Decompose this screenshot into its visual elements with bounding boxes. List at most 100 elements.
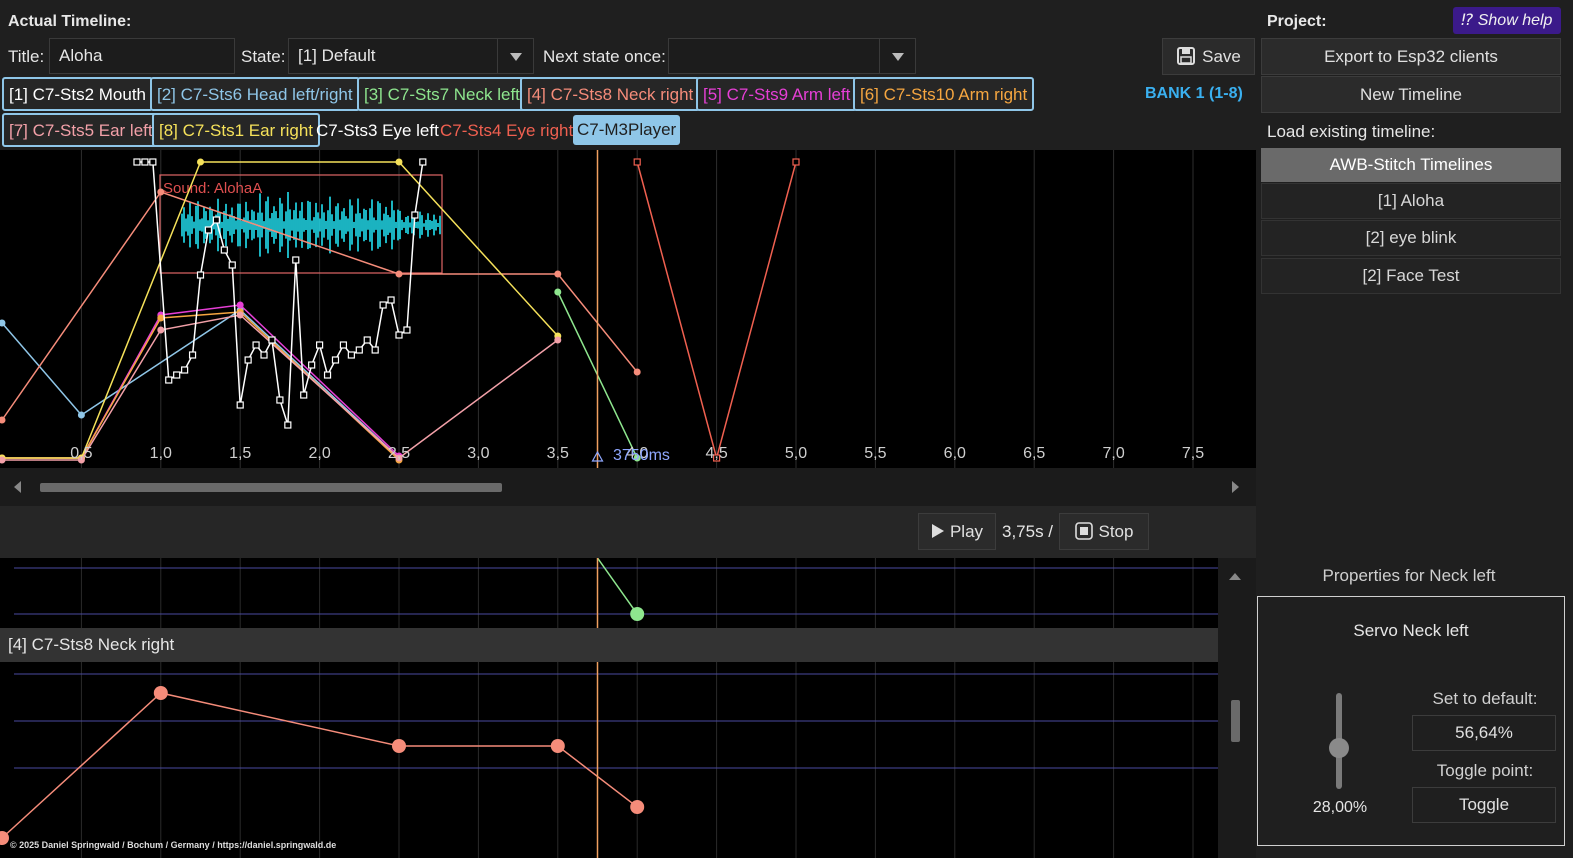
chevron-down-icon[interactable] bbox=[497, 39, 533, 73]
neck-right-point bbox=[395, 270, 403, 278]
save-button[interactable]: Save bbox=[1162, 38, 1255, 75]
timeline-group-header: AWB-Stitch Timelines bbox=[1261, 148, 1561, 182]
track-chip-neck-right[interactable]: [4] C7-Sts8 Neck right bbox=[520, 77, 701, 111]
scroll-thumb[interactable] bbox=[40, 483, 502, 492]
arm-right-point bbox=[157, 314, 165, 322]
tick-label: 5,5 bbox=[864, 445, 887, 462]
head-point bbox=[77, 411, 85, 419]
neck-left-line bbox=[596, 558, 638, 615]
mouth-point bbox=[323, 371, 332, 379]
tick-label: 6,5 bbox=[1023, 445, 1046, 462]
state-value: [1] Default bbox=[298, 46, 376, 65]
sound-label: Sound: AlohaA bbox=[163, 180, 262, 197]
mouth-point bbox=[371, 346, 379, 354]
mouth-point bbox=[395, 331, 403, 339]
mouth-point bbox=[236, 401, 244, 409]
current-time: 3,75s / bbox=[1002, 522, 1054, 541]
timeline-chart[interactable]: Sound: AlohaA bbox=[0, 150, 1256, 468]
track-chip-ear-left[interactable]: [7] C7-Sts5 Ear left bbox=[2, 113, 160, 147]
timeline-item-face-test[interactable]: [2] Face Test bbox=[1261, 258, 1561, 294]
load-timeline-label: Load existing timeline: bbox=[1267, 122, 1436, 141]
state-dropdown[interactable]: [1] Default bbox=[288, 38, 534, 74]
toggle-button[interactable]: Toggle bbox=[1412, 787, 1556, 823]
track-chip-ear-right[interactable]: [8] C7-Sts1 Ear right bbox=[152, 113, 321, 147]
neck-right-point bbox=[550, 739, 565, 753]
timeline-scrollbar[interactable] bbox=[0, 468, 1256, 506]
stop-button[interactable]: Stop bbox=[1059, 513, 1149, 550]
neck-right-point bbox=[157, 188, 165, 196]
project-label: Project: bbox=[1267, 13, 1327, 30]
mouth-point bbox=[363, 336, 371, 344]
tick-label: 1,5 bbox=[229, 445, 252, 462]
track-chip-mouth[interactable]: [1] C7-Sts2 Mouth bbox=[2, 77, 154, 111]
mouth-point bbox=[355, 346, 363, 354]
track-chip-arm-right[interactable]: [6] C7-Sts10 Arm right bbox=[853, 77, 1035, 111]
detail-scrollbar[interactable] bbox=[1218, 558, 1256, 858]
mouth-point bbox=[276, 396, 284, 404]
track-detail-chart[interactable] bbox=[0, 558, 1218, 858]
mouth-point bbox=[149, 158, 157, 166]
save-label: Save bbox=[1202, 47, 1241, 66]
play-label: Play bbox=[949, 522, 984, 541]
neck-right-point bbox=[0, 416, 6, 424]
mouth-point bbox=[331, 356, 340, 364]
track-chip-eye-right[interactable]: C7-Sts4 Eye right bbox=[436, 115, 577, 149]
mouth-point bbox=[387, 296, 395, 304]
next-state-dropdown[interactable] bbox=[668, 38, 916, 74]
neck-right-point bbox=[630, 800, 645, 814]
mouth-point bbox=[308, 361, 316, 369]
timeline-canvas[interactable]: Sound: AlohaA bbox=[0, 150, 1256, 468]
scroll-right-icon[interactable] bbox=[1232, 481, 1239, 493]
new-timeline-button[interactable]: New Timeline bbox=[1261, 76, 1561, 113]
servo-slider-thumb[interactable] bbox=[1329, 738, 1349, 758]
timeline-item-aloha[interactable]: [1] Aloha bbox=[1261, 183, 1561, 219]
neck-right-point bbox=[392, 739, 406, 753]
mouth-point bbox=[228, 261, 236, 269]
set-default-button[interactable]: 56,64% bbox=[1412, 715, 1556, 751]
next-state-label: Next state once: bbox=[543, 47, 666, 66]
track-chip-m3player[interactable]: C7-M3Player bbox=[573, 115, 681, 145]
show-help-button[interactable]: ⁉ Show help bbox=[1453, 7, 1561, 34]
title-input[interactable]: Aloha bbox=[49, 38, 235, 74]
play-button[interactable]: Play bbox=[918, 513, 996, 550]
neck-right-point bbox=[554, 270, 562, 278]
track-chip-head[interactable]: [2] C7-Sts6 Head left/right bbox=[150, 77, 360, 111]
timeline-item-eye-blink[interactable]: [2] eye blink bbox=[1261, 220, 1561, 256]
neck-left-point bbox=[554, 288, 562, 296]
export-esp32-button[interactable]: Export to Esp32 clients bbox=[1261, 38, 1561, 75]
track-chip-neck-left[interactable]: [3] C7-Sts7 Neck left bbox=[357, 77, 527, 111]
mouth-point bbox=[411, 211, 419, 219]
servo-slider-value: 28,00% bbox=[1312, 799, 1368, 816]
toggle-point-label: Toggle point: bbox=[1436, 761, 1534, 780]
track-header-neck-right: [4] C7-Sts8 Neck right bbox=[0, 628, 1218, 662]
mouth-point bbox=[316, 341, 324, 349]
mouth-point bbox=[220, 246, 228, 254]
cursor-time-label: 3750ms bbox=[613, 447, 670, 464]
state-label: State: bbox=[241, 47, 286, 66]
mouth-point bbox=[347, 351, 355, 359]
detail-scroll-thumb[interactable] bbox=[1231, 700, 1240, 742]
mouth-point bbox=[133, 158, 141, 166]
mouth-point bbox=[188, 351, 197, 359]
tick-label: 7,0 bbox=[1102, 445, 1125, 462]
tick-label: 4,5 bbox=[705, 445, 728, 462]
mouth-point bbox=[379, 301, 387, 309]
scroll-up-icon[interactable] bbox=[1229, 573, 1241, 580]
mouth-point bbox=[173, 371, 181, 379]
mouth-point bbox=[204, 226, 213, 234]
mouth-point bbox=[339, 341, 348, 349]
arm-left-line bbox=[2, 304, 400, 459]
properties-header: Properties for Neck left bbox=[1322, 566, 1496, 585]
track-chip-eye-left[interactable]: C7-Sts3 Eye left bbox=[312, 115, 443, 149]
bank-label: BANK 1 (1-8) bbox=[1145, 85, 1243, 102]
scroll-left-icon[interactable] bbox=[14, 481, 21, 493]
tick-label: 2,5 bbox=[387, 445, 411, 462]
eye-right-point bbox=[792, 158, 800, 166]
mouth-point bbox=[181, 366, 189, 374]
chevron-down-icon[interactable] bbox=[879, 39, 915, 73]
ear-left-point bbox=[236, 311, 244, 319]
track-chip-arm-left[interactable]: [5] C7-Sts9 Arm left bbox=[696, 77, 858, 111]
track-detail-view[interactable]: [4] C7-Sts8 Neck right © 2025 Daniel Spr… bbox=[0, 558, 1218, 858]
neck-right-point bbox=[633, 368, 641, 376]
tick-label: 0,5 bbox=[70, 445, 93, 462]
